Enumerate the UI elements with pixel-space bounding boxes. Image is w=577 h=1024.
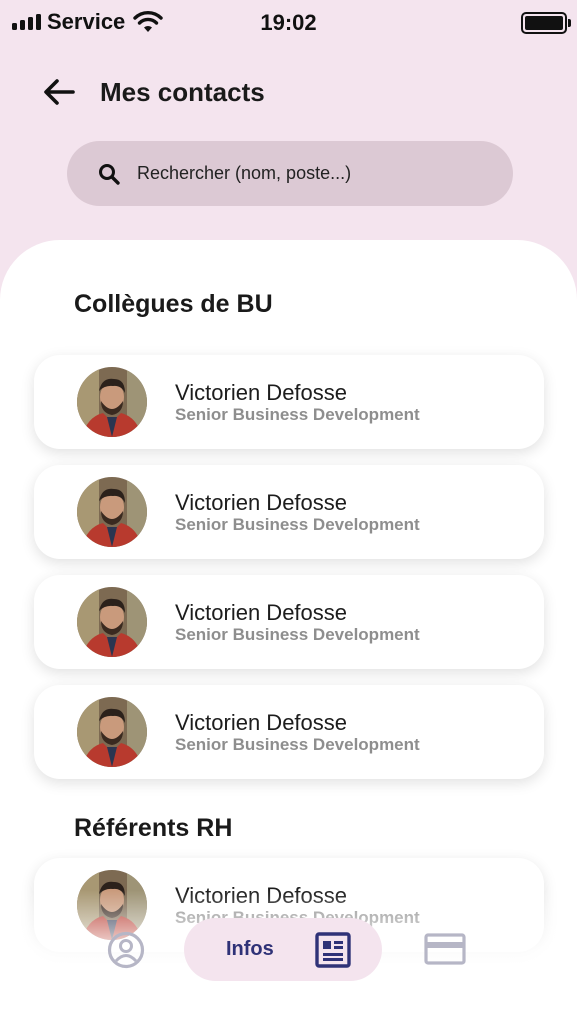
section-title-rh: Référents RH: [74, 814, 233, 842]
avatar: [77, 697, 147, 767]
contact-card[interactable]: Victorien Defosse Senior Business Develo…: [34, 355, 544, 449]
contacts-sheet: Collègues de BU Victorien Defosse Senior…: [0, 240, 577, 1024]
contact-name: Victorien Defosse: [175, 380, 348, 405]
section-title-bu: Collègues de BU: [74, 290, 273, 318]
search-icon: [99, 163, 120, 185]
contact-name: Victorien Defosse: [175, 710, 348, 735]
contact-card[interactable]: Victorien Defosse Senior Business Develo…: [34, 575, 544, 669]
contact-card[interactable]: Victorien Defosse Senior Business Develo…: [34, 685, 544, 779]
avatar: [77, 477, 147, 547]
bottom-nav: Infos: [0, 910, 577, 990]
arrow-left-icon: [44, 79, 75, 105]
contact-role: Senior Business Development: [175, 515, 420, 534]
nav-infos-label: Infos: [226, 938, 274, 960]
contact-role: Senior Business Development: [175, 735, 420, 754]
search-input[interactable]: [137, 163, 467, 184]
contact-role: Senior Business Development: [175, 405, 420, 424]
nav-infos-tab[interactable]: Infos: [184, 918, 382, 981]
avatar: [77, 587, 147, 657]
back-button[interactable]: [38, 73, 80, 111]
header: Mes contacts: [0, 60, 577, 124]
contact-card-icon: [315, 932, 351, 968]
nav-profile-button[interactable]: [106, 930, 146, 970]
contact-name: Victorien Defosse: [175, 490, 348, 515]
search-bar[interactable]: [67, 141, 513, 206]
contact-card[interactable]: Victorien Defosse Senior Business Develo…: [34, 465, 544, 559]
contact-role: Senior Business Development: [175, 625, 420, 644]
user-circle-icon: [107, 931, 145, 969]
nav-card-button[interactable]: [424, 932, 466, 966]
credit-card-icon: [424, 933, 466, 965]
clock: 19:02: [260, 10, 317, 35]
status-bar: Service 19:02: [0, 0, 577, 46]
avatar: [77, 367, 147, 437]
page-title: Mes contacts: [100, 77, 265, 107]
battery-icon: [521, 12, 571, 34]
contact-name: Victorien Defosse: [175, 600, 348, 625]
